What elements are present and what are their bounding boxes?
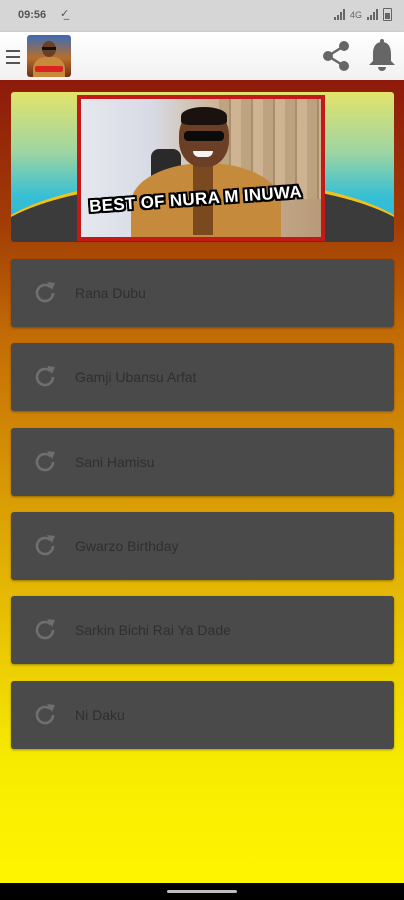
track-item[interactable]: Gamji Ubansu Arfat bbox=[11, 343, 394, 411]
status-bar: 09:56 ✓̲ 4G bbox=[0, 0, 404, 32]
system-nav-bar bbox=[0, 883, 404, 900]
app-logo bbox=[27, 35, 71, 77]
track-item[interactable]: Sarkin Bichi Rai Ya Dade bbox=[11, 596, 394, 664]
signal-icon bbox=[333, 9, 345, 20]
track-label: Gamji Ubansu Arfat bbox=[75, 369, 197, 385]
track-label: Rana Dubu bbox=[75, 285, 146, 301]
track-label: Sarkin Bichi Rai Ya Dade bbox=[75, 622, 231, 638]
refresh-icon bbox=[35, 282, 55, 303]
bell-icon[interactable] bbox=[366, 38, 398, 74]
refresh-icon bbox=[35, 535, 55, 556]
status-indicators: 4G bbox=[333, 8, 392, 21]
network-type: 4G bbox=[349, 9, 362, 20]
banner-image: BEST OF NURA M INUWA bbox=[77, 95, 325, 241]
battery-icon bbox=[383, 8, 392, 21]
track-label: Sani Hamisu bbox=[75, 454, 155, 470]
refresh-icon bbox=[35, 451, 55, 472]
track-item[interactable]: Ni Daku bbox=[11, 681, 394, 749]
share-icon[interactable] bbox=[318, 38, 354, 74]
notification-check-icon: ✓̲ bbox=[60, 8, 70, 20]
track-item[interactable]: Gwarzo Birthday bbox=[11, 512, 394, 580]
home-gesture-handle[interactable] bbox=[167, 890, 237, 893]
status-time: 09:56 bbox=[18, 9, 47, 21]
signal-icon-secondary bbox=[367, 9, 378, 20]
track-label: Ni Daku bbox=[75, 707, 125, 723]
hamburger-menu-icon[interactable] bbox=[6, 50, 20, 64]
refresh-icon bbox=[35, 704, 55, 725]
track-label: Gwarzo Birthday bbox=[75, 538, 179, 554]
refresh-icon bbox=[35, 366, 55, 387]
track-item[interactable]: Sani Hamisu bbox=[11, 428, 394, 496]
track-item[interactable]: Rana Dubu bbox=[11, 259, 394, 327]
main-content: BEST OF NURA M INUWA Rana Dubu Gamji Uba… bbox=[0, 80, 404, 883]
refresh-icon bbox=[35, 619, 55, 640]
banner-card: BEST OF NURA M INUWA bbox=[11, 92, 394, 242]
